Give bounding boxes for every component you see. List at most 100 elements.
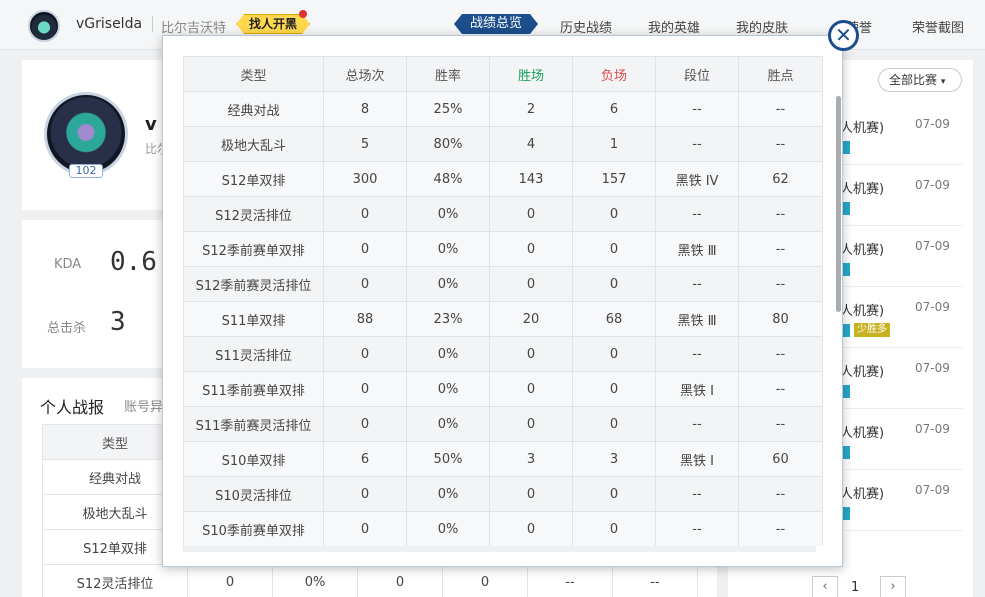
table-cell: S12季前赛灵活排位	[183, 266, 324, 302]
table-cell: --	[738, 336, 823, 372]
table-cell: 0	[572, 511, 656, 546]
table-cell: S11单双排	[183, 301, 324, 337]
table-cell: 0%	[406, 266, 490, 302]
stats-table: 类型 总场次 胜率 胜场 负场 段位 胜点 经典对战 8 25% 2 6 -- -- 极地大乱…	[183, 56, 823, 546]
table-row: S11单双排 88 23% 20 68 黑铁 Ⅲ 80	[183, 301, 823, 337]
table-row: S10单双排 6 50% 3 3 黑铁 Ⅰ 60	[183, 441, 823, 477]
nav-tab-skins[interactable]: 我的皮肤	[736, 17, 788, 36]
table-cell: 0	[323, 371, 407, 407]
kda-label: KDA	[54, 257, 82, 272]
pager-current-page[interactable]: 1	[851, 580, 859, 595]
table-cell: 88	[323, 301, 407, 337]
table-cell: 0%	[406, 336, 490, 372]
table-cell: 0	[323, 476, 407, 512]
nav-tab-honor-screenshots[interactable]: 荣誉截图	[912, 17, 964, 36]
table-cell: --	[655, 336, 739, 372]
table-cell: 0	[489, 511, 573, 546]
avatar[interactable]	[28, 10, 60, 42]
table-cell: S11灵活排位	[183, 336, 324, 372]
table-row: S11季前赛单双排 0 0% 0 0 黑铁 Ⅰ --	[183, 371, 823, 407]
table-row: 经典对战 8 25% 2 6 -- --	[183, 91, 823, 127]
table-cell: 62	[738, 161, 823, 197]
match-filter-dropdown[interactable]: 全部比赛 ▾	[878, 68, 962, 92]
username[interactable]: vGriselda	[76, 16, 142, 32]
table-bottom-track	[183, 546, 816, 552]
level-badge: 102	[69, 164, 103, 178]
table-cell: 0	[489, 371, 573, 407]
table-cell: 0	[572, 476, 656, 512]
stats-table-scroll-area[interactable]: 类型 总场次 胜率 胜场 负场 段位 胜点 经典对战 8 25% 2 6 -- -- 极地大乱…	[183, 56, 824, 546]
table-cell: 0	[572, 196, 656, 232]
table-cell: 60	[738, 441, 823, 477]
table-cell: --	[655, 126, 739, 162]
table-cell: 极地大乱斗	[183, 126, 324, 162]
pager-next-button[interactable]: ›	[880, 576, 906, 597]
table-cell: 300	[323, 161, 407, 197]
table-cell: 3	[489, 441, 573, 477]
table-cell: --	[738, 231, 823, 267]
column-header-total: 总场次	[323, 56, 407, 92]
table-cell: --	[738, 476, 823, 512]
table-cell: 经典对战	[183, 91, 324, 127]
table-cell: 8	[323, 91, 407, 127]
table-cell: S12单双排	[183, 161, 324, 197]
column-header-winrate: 胜率	[406, 56, 490, 92]
nav-tab-heroes[interactable]: 我的英雄	[648, 17, 700, 36]
notification-dot	[299, 10, 307, 18]
column-header-wins: 胜场	[489, 56, 573, 92]
kda-value: 0.6	[110, 247, 157, 277]
nav-tab-history[interactable]: 历史战绩	[560, 17, 612, 36]
table-cell: S11季前赛灵活排位	[183, 406, 324, 442]
close-modal-button[interactable]: ✕	[828, 20, 859, 51]
table-cell: 68	[572, 301, 656, 337]
table-cell: 6	[572, 91, 656, 127]
close-icon: ✕	[835, 23, 852, 47]
table-cell: --	[738, 511, 823, 546]
table-cell: 0	[489, 476, 573, 512]
table-cell: 157	[572, 161, 656, 197]
table-cell: 0%	[272, 564, 358, 597]
table-cell: S10单双排	[183, 441, 324, 477]
table-cell: --	[738, 406, 823, 442]
table-cell: --	[655, 266, 739, 302]
table-cell: 0	[323, 231, 407, 267]
table-cell: S10灵活排位	[183, 476, 324, 512]
table-cell: 0	[323, 336, 407, 372]
table-cell: --	[738, 91, 823, 127]
table-cell: 黑铁 IV	[655, 161, 739, 197]
table-cell: 2	[489, 91, 573, 127]
table-cell: --	[612, 564, 698, 597]
table-cell: S10季前赛单双排	[183, 511, 324, 546]
table-row: S12灵活排位 0 0% 0 0 -- --	[183, 196, 823, 232]
chevron-left-icon: ‹	[822, 579, 828, 594]
table-cell: 黑铁 Ⅲ	[655, 301, 739, 337]
find-team-button[interactable]: 找人开黑	[236, 14, 310, 34]
vertical-scrollbar[interactable]	[836, 96, 841, 312]
match-tag-badge: 少胜多	[854, 323, 890, 337]
table-cell: 0	[489, 406, 573, 442]
table-cell: 80%	[406, 126, 490, 162]
table-cell: --	[527, 564, 613, 597]
table-cell: 0	[442, 564, 528, 597]
table-row: S11灵活排位 0 0% 0 0 -- --	[183, 336, 823, 372]
table-cell: --	[655, 196, 739, 232]
report-subtitle[interactable]: 账号异	[124, 396, 163, 415]
table-row: S12季前赛单双排 0 0% 0 0 黑铁 Ⅲ --	[183, 231, 823, 267]
table-cell: --	[738, 196, 823, 232]
server-name: 比尔吉沃特	[161, 21, 227, 36]
table-cell: 3	[572, 441, 656, 477]
table-cell: 0	[572, 231, 656, 267]
column-header-lp: 胜点	[738, 56, 823, 92]
table-row: S12灵活排位 0 0% 0 0 -- --	[42, 564, 698, 597]
table-cell: 0	[572, 371, 656, 407]
table-cell: S12季前赛单双排	[183, 231, 324, 267]
stats-overview-modal: 类型 总场次 胜率 胜场 负场 段位 胜点 经典对战 8 25% 2 6 -- -- 极地大乱…	[162, 35, 843, 567]
pager-prev-button[interactable]: ‹	[812, 576, 838, 597]
nav-tab-overview[interactable]: 战绩总览	[454, 14, 538, 34]
table-cell: S12灵活排位	[183, 196, 324, 232]
kills-label: 总击杀	[47, 321, 87, 336]
table-cell: 5	[323, 126, 407, 162]
table-cell: 黑铁 Ⅰ	[655, 371, 739, 407]
chevron-down-icon: ▾	[940, 77, 946, 87]
column-header-type: 类型	[183, 56, 324, 92]
